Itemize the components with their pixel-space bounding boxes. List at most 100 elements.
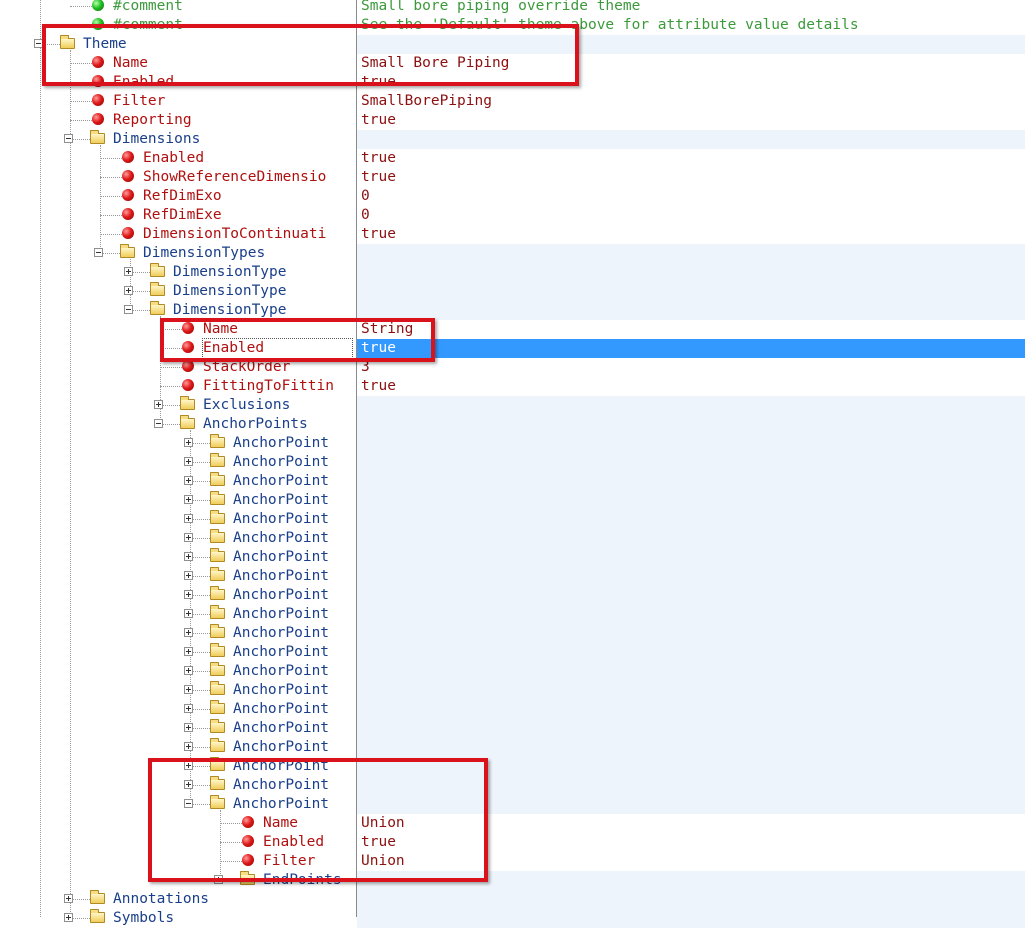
expand-icon[interactable] <box>184 533 193 542</box>
fitting-to-fitting-attr[interactable]: FittingToFittin true <box>0 377 1025 396</box>
expand-icon[interactable] <box>184 552 193 561</box>
dimension-types-node[interactable]: DimensionTypes <box>0 244 1025 263</box>
symbols-node[interactable]: Symbols <box>0 909 1025 928</box>
anchor-point-node[interactable]: AnchorPoint <box>0 662 1025 681</box>
expand-icon[interactable] <box>184 685 193 694</box>
anchor-point-node[interactable]: AnchorPoint <box>0 472 1025 491</box>
dimension-type-node[interactable]: DimensionType <box>0 263 1025 282</box>
anchor-point-node[interactable]: AnchorPoint <box>0 738 1025 757</box>
collapse-icon[interactable] <box>124 305 133 314</box>
folder-icon <box>210 567 225 581</box>
anchor-points-node[interactable]: AnchorPoints <box>0 415 1025 434</box>
ref-dim-exo-attr[interactable]: RefDimExo 0 <box>0 187 1025 206</box>
collapse-icon[interactable] <box>64 134 73 143</box>
expand-icon[interactable] <box>184 495 193 504</box>
node-value[interactable]: true <box>361 225 396 244</box>
node-value[interactable]: true <box>361 377 396 396</box>
node-label: AnchorPoints <box>203 416 308 432</box>
red-dot-icon <box>92 94 104 106</box>
expand-icon[interactable] <box>64 894 73 903</box>
dimension-type-enabled-attr[interactable]: Enabled true <box>0 338 1025 359</box>
theme-filter-attr[interactable]: Filter SmallBorePiping <box>0 92 1025 111</box>
expand-icon[interactable] <box>184 438 193 447</box>
anchor-point-node[interactable]: AnchorPoint <box>0 700 1025 719</box>
expand-icon[interactable] <box>184 647 193 656</box>
dimensions-node[interactable]: Dimensions <box>0 130 1025 149</box>
anchor-point-node[interactable]: AnchorPoint <box>0 434 1025 453</box>
anchor-point-node[interactable]: AnchorPoint <box>0 491 1025 510</box>
expand-icon[interactable] <box>64 913 73 922</box>
dimension-type-stack-order-attr[interactable]: StackOrder 3 <box>0 358 1025 377</box>
expand-icon[interactable] <box>184 476 193 485</box>
expand-icon[interactable] <box>184 742 193 751</box>
highlight-box-enabled <box>160 318 435 362</box>
folder-icon <box>150 301 165 315</box>
anchor-point-node[interactable]: AnchorPoint <box>0 681 1025 700</box>
node-value[interactable]: Small bore piping override theme <box>361 0 640 16</box>
anchor-point-node[interactable]: AnchorPoint <box>0 719 1025 738</box>
node-value[interactable]: 0 <box>361 187 370 206</box>
collapse-icon[interactable] <box>154 419 163 428</box>
dimension-type-name-attr[interactable]: Name String <box>0 320 1025 339</box>
node-value[interactable]: true <box>361 168 396 187</box>
expand-icon[interactable] <box>184 514 193 523</box>
node-label: DimensionType <box>173 283 287 299</box>
show-reference-dimension-attr[interactable]: ShowReferenceDimensio true <box>0 168 1025 187</box>
anchor-point-node[interactable]: AnchorPoint <box>0 510 1025 529</box>
theme-reporting-attr[interactable]: Reporting true <box>0 111 1025 130</box>
expand-icon[interactable] <box>124 267 133 276</box>
red-dot-icon <box>182 379 194 391</box>
node-value[interactable]: 0 <box>361 206 370 225</box>
anchor-point-node[interactable]: AnchorPoint <box>0 586 1025 605</box>
xml-tree-view[interactable]: #comment Small bore piping override theme… <box>0 0 1025 928</box>
folder-icon <box>210 624 225 638</box>
green-dot-icon <box>92 0 104 11</box>
node-value[interactable]: true <box>357 339 1025 358</box>
expand-icon[interactable] <box>124 286 133 295</box>
dimension-type-node[interactable]: DimensionType <box>0 282 1025 301</box>
node-value[interactable]: SmallBorePiping <box>361 92 492 111</box>
node-label: Enabled <box>143 150 205 166</box>
anchor-point-node[interactable]: AnchorPoint <box>0 643 1025 662</box>
dimension-type-node[interactable]: DimensionType <box>0 301 1025 320</box>
anchor-point-node[interactable]: AnchorPoint <box>0 605 1025 624</box>
exclusions-node[interactable]: Exclusions <box>0 396 1025 415</box>
expand-icon[interactable] <box>184 704 193 713</box>
node-label: RefDimExo <box>143 188 222 204</box>
collapse-icon[interactable] <box>94 248 103 257</box>
folder-icon <box>210 510 225 524</box>
expand-icon[interactable] <box>154 400 163 409</box>
anchor-point-node[interactable]: AnchorPoint <box>0 548 1025 567</box>
anchor-point-node[interactable]: AnchorPoint <box>0 529 1025 548</box>
expand-icon[interactable] <box>184 457 193 466</box>
expand-icon[interactable] <box>184 571 193 580</box>
node-value[interactable]: true <box>361 149 396 168</box>
node-label: Reporting <box>113 112 192 128</box>
anchor-point-node[interactable]: AnchorPoint <box>0 567 1025 586</box>
node-value[interactable]: true <box>361 111 396 130</box>
dimensions-enabled-attr[interactable]: Enabled true <box>0 149 1025 168</box>
folder-icon <box>180 415 195 429</box>
anchor-point-node[interactable]: AnchorPoint <box>0 624 1025 643</box>
annotations-node[interactable]: Annotations <box>0 890 1025 909</box>
anchor-point-node[interactable]: AnchorPoint <box>0 453 1025 472</box>
node-label: RefDimExe <box>143 207 222 223</box>
folder-icon <box>90 130 105 144</box>
expand-icon[interactable] <box>184 609 193 618</box>
red-dot-icon <box>122 227 134 239</box>
node-label: AnchorPoint <box>233 606 330 622</box>
expand-icon[interactable] <box>184 628 193 637</box>
expand-icon[interactable] <box>184 666 193 675</box>
ref-dim-exe-attr[interactable]: RefDimExe 0 <box>0 206 1025 225</box>
folder-icon <box>210 548 225 562</box>
dimension-to-continuation-attr[interactable]: DimensionToContinuati true <box>0 225 1025 244</box>
comment-node[interactable]: #comment Small bore piping override theme <box>0 0 1025 16</box>
expand-icon[interactable] <box>184 590 193 599</box>
node-label: DimensionTypes <box>143 245 266 261</box>
folder-icon <box>120 244 135 258</box>
folder-icon <box>90 890 105 904</box>
folder-icon <box>210 605 225 619</box>
expand-icon[interactable] <box>184 723 193 732</box>
node-label: #comment <box>113 0 183 14</box>
red-dot-icon <box>122 189 134 201</box>
